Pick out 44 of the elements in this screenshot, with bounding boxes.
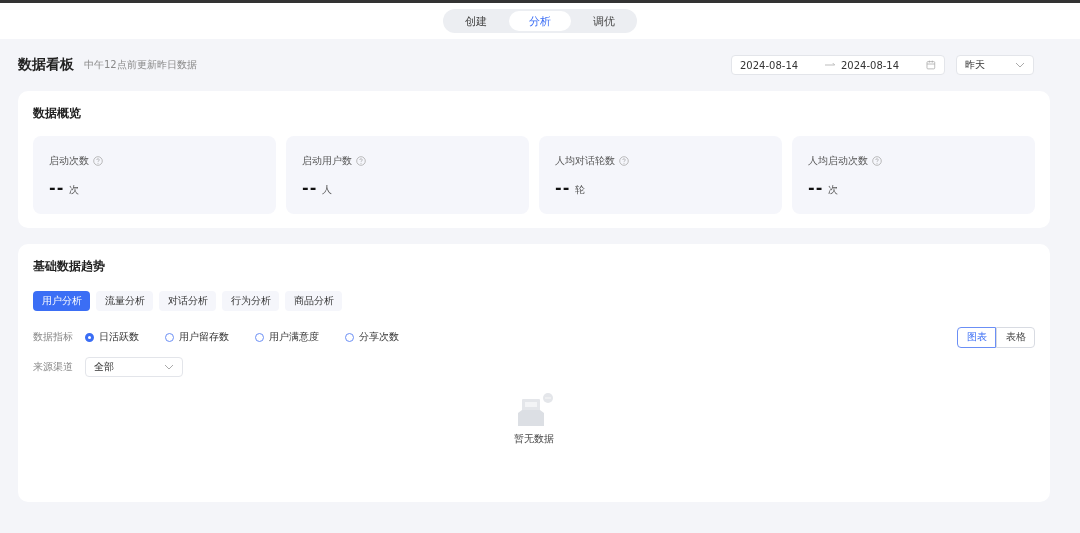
update-note: 中午12点前更新昨日数据 [84, 58, 197, 72]
date-range-field[interactable]: 2024-08-14 2024-08-14 [731, 55, 945, 75]
stat-unit: 轮 [575, 183, 586, 197]
mode-tab[interactable]: 调优 [573, 11, 635, 31]
stat-value: -- [302, 178, 318, 197]
chevron-down-icon [1015, 62, 1025, 68]
stat-unit: 次 [828, 183, 839, 197]
metric-radio[interactable]: 分享次数 [345, 330, 399, 344]
stat-unit: 人 [322, 183, 333, 197]
stat-value: -- [49, 178, 65, 197]
stat-label: 人均对话轮数 [555, 154, 615, 168]
help-icon [619, 156, 629, 166]
field-label: 来源渠道 [33, 360, 74, 374]
calendar-icon [926, 60, 936, 70]
analysis-tab[interactable]: 商品分析 [285, 291, 342, 311]
mode-tab[interactable]: 创建 [445, 11, 507, 31]
analysis-tab[interactable]: 行为分析 [222, 291, 279, 311]
analysis-tab[interactable]: 流量分析 [96, 291, 153, 311]
page-title: 数据看板 [18, 56, 74, 74]
stat-value: -- [808, 178, 824, 197]
analysis-tab[interactable]: 对话分析 [159, 291, 216, 311]
field-label: 数据指标 [33, 330, 74, 344]
metric-radio[interactable]: 日活跃数 [85, 330, 139, 344]
help-icon [93, 156, 103, 166]
help-icon [872, 156, 882, 166]
stat-label: 启动次数 [49, 154, 89, 168]
period-select[interactable]: 昨天 [956, 55, 1034, 75]
metric-radio[interactable]: 用户满意度 [255, 330, 319, 344]
stat-value: -- [555, 178, 571, 197]
empty-state-text: 暂无数据 [514, 433, 554, 446]
stat-unit: 次 [69, 183, 80, 197]
metric-radio[interactable]: 用户留存数 [165, 330, 229, 344]
analysis-tab[interactable]: 用户分析 [33, 291, 90, 311]
mode-tab[interactable]: 分析 [509, 11, 571, 31]
view-toggle[interactable]: 表格 [996, 326, 1035, 348]
section-title: 数据概览 [33, 105, 82, 122]
stat-label: 人均启动次数 [808, 154, 868, 168]
chevron-down-icon [164, 364, 174, 370]
section-title: 基础数据趋势 [33, 258, 106, 275]
stat-label: 启动用户数 [302, 154, 352, 168]
view-toggle[interactable]: 图表 [957, 326, 996, 348]
source-select[interactable]: 全部 [85, 357, 183, 377]
help-icon [356, 156, 366, 166]
arrow-right-icon [825, 62, 837, 68]
